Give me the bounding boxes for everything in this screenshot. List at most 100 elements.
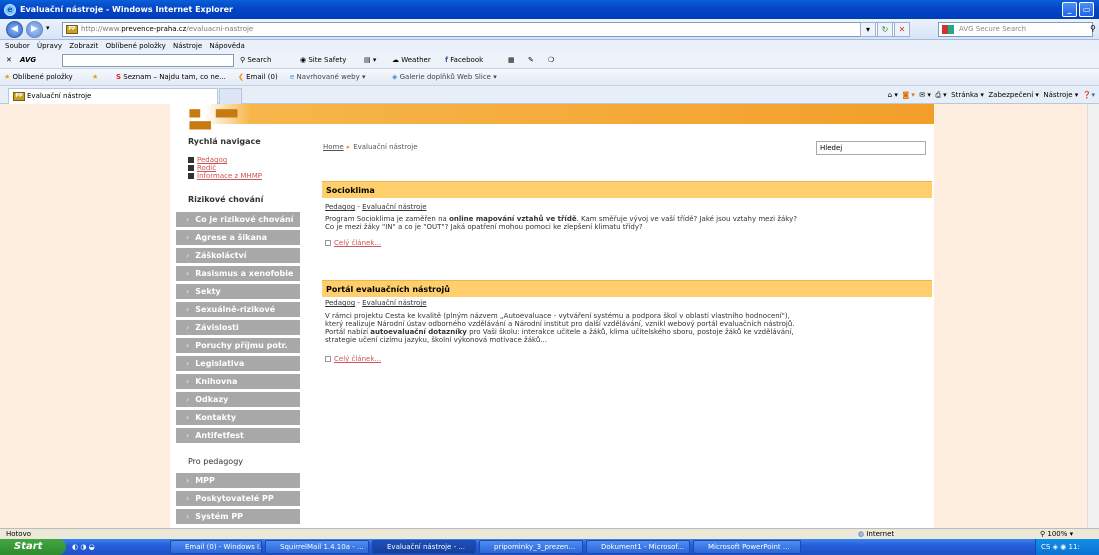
add-favorite-icon[interactable]: ★ — [92, 69, 98, 86]
address-bar[interactable]: PP http://www.prevence-praha.cz/evaluacn… — [62, 22, 907, 37]
help-icon[interactable]: ❓▾ — [1083, 91, 1095, 99]
page-menu[interactable]: Stránka ▾ — [951, 91, 984, 99]
tab-row: PP Evaluační nástroje ⌂ ▾ ◙ ▾ ✉ ▾ ⎙ ▾ St… — [0, 86, 1099, 104]
back-button[interactable]: ◀ — [6, 21, 23, 38]
task-evaluacni[interactable]: Evaluační nástroje - ... — [372, 540, 476, 554]
category-link[interactable]: Pedagog — [325, 203, 355, 211]
rss-icon[interactable]: ◙ ▾ — [902, 91, 915, 99]
menu-poruchy[interactable]: Poruchy příjmu potr. — [176, 338, 300, 353]
article-perex: Program Socioklima je zaměřen na online … — [325, 215, 805, 231]
read-more-link[interactable]: Celý článek... — [325, 355, 381, 363]
category-link[interactable]: Pedagog — [325, 299, 355, 307]
menu-file[interactable]: Soubor — [5, 42, 30, 50]
menu-system-pp[interactable]: Systém PP — [176, 509, 300, 524]
stop-icon[interactable]: ✕ — [894, 22, 910, 37]
quick-link-pedagog[interactable]: Pedagog — [188, 156, 227, 164]
perex-bold: autoevaluační dotazníky — [370, 328, 467, 336]
facebook-label: Facebook — [450, 56, 484, 64]
web-slice-icon: ◈ — [392, 73, 398, 81]
task-pripominky[interactable]: pripominky_3_prezen... — [479, 540, 583, 554]
menu-kontakty[interactable]: Kontakty — [176, 410, 300, 425]
task-squirrelmail[interactable]: SquirrelMail 1.4.10a - ... — [265, 540, 369, 554]
site-banner: ▗▖ ▗▄▖ ▗▄▖ — [170, 103, 934, 129]
menu-favorites[interactable]: Oblíbené položky — [106, 42, 166, 50]
tray-icons[interactable]: ◈ ◉ — [1053, 543, 1067, 551]
article-categories: Pedagog - Evaluační nástroje — [325, 299, 427, 307]
search-input[interactable]: AVG Secure Search — [938, 22, 1093, 37]
minimize-button[interactable]: _ — [1062, 2, 1077, 17]
tools-menu[interactable]: Nástroje ▾ — [1043, 91, 1078, 99]
fav-gallery[interactable]: ◈ Galerie doplňků Web Slice ▾ — [392, 69, 497, 86]
fav-suggested[interactable]: e Navrhované weby ▾ — [290, 69, 365, 86]
favorites-label: Oblíbené položky — [12, 73, 73, 81]
address-dropdown-icon[interactable]: ▾ — [860, 22, 876, 37]
address-toolbar: ◀ ▶ ▾ PP http://www.prevence-praha.cz/ev… — [0, 19, 1099, 40]
menu-view[interactable]: Zobrazit — [69, 42, 98, 50]
menu-zavislosti[interactable]: Závislosti — [176, 320, 300, 335]
menu-agrese[interactable]: Agrese a šikana — [176, 230, 300, 245]
menu-odkazy[interactable]: Odkazy — [176, 392, 300, 407]
quick-link-mhmp[interactable]: Informace z MHMP — [188, 172, 262, 180]
avg-search-input[interactable] — [62, 54, 234, 67]
notes-icon[interactable]: ✎ — [528, 52, 534, 69]
menu-co-je-rizikove[interactable]: Co je rizikové chování — [176, 212, 300, 227]
site-safety-button[interactable]: ◉ Site Safety — [300, 52, 346, 69]
history-dropdown-icon[interactable]: ▾ — [46, 24, 50, 32]
menu-legislativa[interactable]: Legislativa — [176, 356, 300, 371]
vertical-scrollbar[interactable] — [1087, 104, 1099, 528]
menu-sekty[interactable]: Sekty — [176, 284, 300, 299]
close-toolbar-icon[interactable]: ✕ — [6, 52, 12, 69]
menu-sexualne[interactable]: Sexuálně-rizikové — [176, 302, 300, 317]
breadcrumb-home[interactable]: Home — [323, 143, 344, 151]
fav-email[interactable]: ❮ Email (0) — [238, 69, 278, 86]
menu-antifetfest[interactable]: Antifetfest — [176, 428, 300, 443]
perex-text: Program Socioklima je zaměřen na — [325, 215, 450, 223]
article-title[interactable]: Socioklima — [322, 181, 932, 198]
task-label: Email (0) - Windows I... — [185, 543, 262, 551]
task-email[interactable]: Email (0) - Windows I... — [170, 540, 262, 554]
category-link[interactable]: Evaluační nástroje — [362, 299, 426, 307]
window-title: Evaluační nástroje - Windows Internet Ex… — [20, 5, 233, 14]
quick-launch-icon[interactable]: ◐ ◑ ◒ — [72, 539, 95, 555]
menu-tools[interactable]: Nástroje — [173, 42, 202, 50]
fav-seznam[interactable]: S Seznam – Najdu tam, co ne... — [116, 69, 226, 86]
calculator-icon[interactable]: ▦ — [508, 52, 515, 69]
article-title[interactable]: Portál evaluačních nástrojů — [322, 280, 932, 297]
maximize-button[interactable]: ▭ — [1079, 2, 1094, 17]
menu-rasismus[interactable]: Rasismus a xenofobie — [176, 266, 300, 281]
category-link[interactable]: Evaluační nástroje — [362, 203, 426, 211]
facebook-button[interactable]: f Facebook — [445, 52, 483, 69]
menu-edit[interactable]: Úpravy — [37, 42, 62, 50]
menu-zaskolactvi[interactable]: Záškoláctví — [176, 248, 300, 263]
avg-brand[interactable]: AVG — [20, 52, 36, 69]
forward-button[interactable]: ▶ — [26, 21, 43, 38]
quick-link-rodic[interactable]: Rodič — [188, 164, 216, 172]
site-logo[interactable]: ▗▖ ▗▄▖ ▗▄▖ — [184, 103, 250, 129]
toolbar-menu-icon[interactable]: ▤ ▾ — [364, 52, 376, 69]
site-search-input[interactable]: Hledej — [816, 141, 926, 155]
home-icon[interactable]: ⌂ ▾ — [888, 91, 898, 99]
language-indicator[interactable]: CS — [1041, 543, 1050, 551]
avg-search-button[interactable]: ⚲ Search — [240, 52, 271, 69]
task-dokument[interactable]: Dokument1 - Microsof... — [586, 540, 690, 554]
search-go-icon[interactable]: ⚲ — [1090, 24, 1096, 33]
risk-title: Rizikové chování — [188, 195, 264, 204]
read-more-link[interactable]: Celý článek... — [325, 239, 381, 247]
zoom-label: 100% — [1047, 530, 1068, 538]
menu-mpp[interactable]: MPP — [176, 473, 300, 488]
menu-help[interactable]: Nápověda — [209, 42, 244, 50]
start-button[interactable]: Start — [0, 539, 66, 555]
chat-icon[interactable]: ❍ — [548, 52, 554, 69]
menu-poskytovatele[interactable]: Poskytovatelé PP — [176, 491, 300, 506]
security-menu[interactable]: Zabezpečení ▾ — [988, 91, 1039, 99]
status-bar: Hotovo ◍ Internet ⚲ 100% ▾ — [0, 528, 1099, 539]
menu-knihovna[interactable]: Knihovna — [176, 374, 300, 389]
weather-button[interactable]: ☁ Weather — [392, 52, 431, 69]
quick-link-label: Informace z MHMP — [197, 172, 262, 180]
task-powerpoint[interactable]: Microsoft PowerPoint ... — [693, 540, 801, 554]
favorites-button[interactable]: ★ Oblíbené položky — [4, 69, 73, 86]
read-mail-icon[interactable]: ✉ ▾ — [919, 91, 931, 99]
page-left-margin — [0, 104, 170, 528]
print-icon[interactable]: ⎙ ▾ — [935, 91, 946, 99]
refresh-icon[interactable]: ↻ — [877, 22, 893, 37]
